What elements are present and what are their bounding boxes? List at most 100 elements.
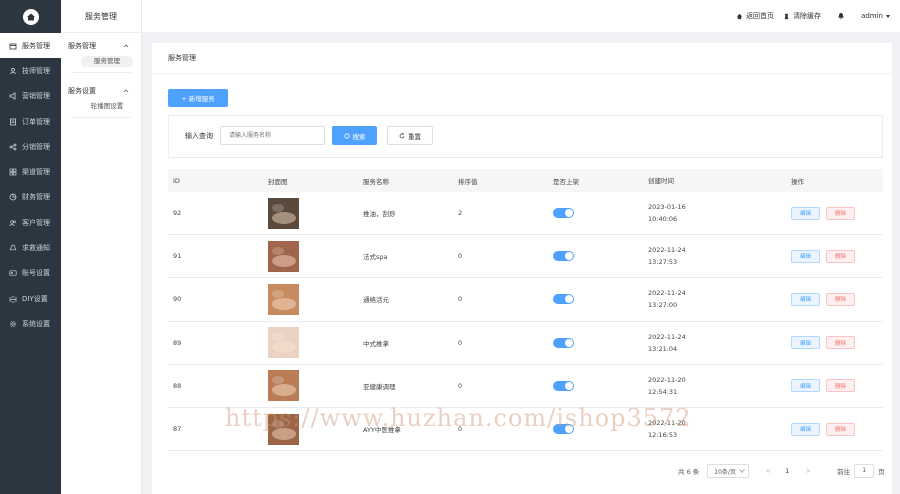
submenu-item-banner-settings[interactable]: 轮播图设置	[81, 101, 133, 112]
chevron-up-icon	[123, 44, 129, 48]
row-on-shelf	[548, 208, 643, 219]
return-home-link[interactable]: 返回首页	[736, 11, 774, 21]
broom-icon	[784, 13, 789, 19]
user-menu[interactable]: admin	[861, 12, 890, 20]
sidebar-item-3[interactable]: 订单管理	[0, 109, 61, 134]
delete-button[interactable]: 删除	[826, 292, 855, 306]
bell-icon	[8, 244, 17, 253]
edit-button[interactable]: 编辑	[791, 249, 820, 263]
row-id: 90	[173, 295, 182, 304]
edit-button[interactable]: 编辑	[791, 206, 820, 220]
on-shelf-toggle[interactable]	[553, 294, 574, 305]
user-group-icon	[8, 218, 17, 227]
grid-icon	[8, 168, 17, 177]
main-sidebar: 服务管理技师管理营销管理 订单管理分销管理渠道管理 财务管理客户管理求救通知 账号设置…	[0, 0, 61, 494]
sidebar-item-6[interactable]: 财务管理	[0, 185, 61, 210]
sidebar-item-8[interactable]: 求救通知	[0, 235, 61, 260]
sidebar-item-9[interactable]: 账号设置	[0, 261, 61, 286]
pie-chart-icon	[8, 193, 17, 202]
row-created-clock: 12:54:31	[648, 387, 678, 396]
submenu-group-service-management[interactable]: 服务管理	[61, 36, 141, 56]
row-on-shelf	[548, 337, 643, 348]
search-button[interactable]: 搜索	[332, 126, 377, 145]
delete-button[interactable]: 删除	[826, 206, 855, 220]
row-created-time: 2022-11-24 13:27:00	[643, 287, 786, 311]
row-sort-value: 2	[458, 209, 463, 218]
page-size-value: 10条/页	[714, 468, 736, 476]
pagination: 共 6 条 10条/页 < 1 > 前往 1 页	[678, 464, 885, 478]
row-id: 88	[173, 381, 182, 390]
row-sort-value: 0	[458, 338, 463, 347]
home-logo-icon[interactable]	[22, 8, 39, 25]
submenu-group-label: 服务设置	[68, 87, 96, 95]
return-home-label: 返回首页	[746, 12, 775, 20]
refresh-icon	[399, 132, 405, 138]
delete-button[interactable]: 删除	[826, 336, 855, 350]
calendar-icon	[8, 41, 17, 50]
goto-page-input[interactable]: 1	[854, 464, 875, 478]
row-id: 92	[173, 209, 182, 218]
edit-button[interactable]: 编辑	[791, 336, 820, 350]
on-shelf-toggle[interactable]	[553, 337, 574, 348]
row-id: 89	[173, 338, 182, 347]
sidebar-item-label: 客户管理	[22, 218, 50, 227]
sidebar-item-4[interactable]: 分销管理	[0, 134, 61, 159]
sidebar-item-label: 系统设置	[22, 319, 50, 328]
on-shelf-toggle[interactable]	[553, 380, 574, 391]
row-id: 87	[173, 425, 182, 434]
delete-button[interactable]: 删除	[826, 379, 855, 393]
column-header-id: ID	[173, 176, 180, 185]
sidebar-item-label: 技师管理	[22, 66, 50, 75]
row-created-date: 2022-11-20	[648, 419, 686, 428]
row-created-clock: 13:21:04	[648, 344, 678, 353]
clear-cache-link[interactable]: 清除缓存	[783, 11, 821, 21]
reset-button[interactable]: 重置	[387, 126, 433, 145]
submenu-group-label: 服务管理	[68, 42, 96, 50]
on-shelf-toggle[interactable]	[553, 251, 574, 262]
bell-icon[interactable]	[837, 12, 845, 20]
row-actions: 编辑 删除	[786, 336, 883, 350]
cover-thumbnail	[268, 197, 299, 229]
delete-button[interactable]: 删除	[826, 422, 855, 436]
column-header-cover: 封面图	[268, 177, 288, 186]
row-service-name: 通络活元	[363, 296, 389, 305]
sidebar-item-1[interactable]: 技师管理	[0, 58, 61, 83]
add-service-button[interactable]: + 新增服务	[168, 89, 228, 107]
prev-page-button[interactable]: <	[765, 467, 771, 475]
diy-icon	[8, 294, 17, 303]
row-created-clock: 13:27:00	[648, 301, 678, 310]
row-actions: 编辑 删除	[786, 206, 883, 220]
row-created-clock: 12:16:53	[648, 431, 678, 440]
logo-area	[0, 0, 61, 33]
service-table: ID 封面图 服务名称 排序值 是否上架 创建时间 操作 92 推油，刮痧 2 202…	[168, 169, 883, 452]
sidebar-item-7[interactable]: 客户管理	[0, 210, 61, 235]
cover-thumbnail	[268, 240, 299, 272]
sidebar-item-5[interactable]: 渠道管理	[0, 159, 61, 184]
row-service-name: 亚健康调理	[363, 382, 396, 391]
reset-button-label: 重置	[408, 132, 421, 141]
sidebar-item-label: 分销管理	[22, 142, 50, 151]
on-shelf-toggle[interactable]	[553, 208, 574, 219]
total-count: 共 6 条	[678, 468, 700, 476]
sidebar-item-10[interactable]: DIY设置	[0, 286, 61, 311]
submenu-group-service-settings[interactable]: 服务设置	[61, 81, 141, 101]
edit-button[interactable]: 编辑	[791, 422, 820, 436]
cover-thumbnail	[268, 327, 299, 359]
cover-thumbnail	[268, 413, 299, 445]
next-page-button[interactable]: >	[805, 467, 811, 475]
page-number-1[interactable]: 1	[785, 467, 789, 475]
search-panel: 输入查询 搜索 重置	[168, 115, 883, 158]
table-row: 92 推油，刮痧 2 2023-01-16 10:40:06 编辑 删除	[168, 192, 883, 236]
sidebar-item-2[interactable]: 营销管理	[0, 84, 61, 109]
sidebar-item-11[interactable]: 系统设置	[0, 311, 61, 336]
delete-button[interactable]: 删除	[826, 249, 855, 263]
service-name-search-input[interactable]	[220, 126, 325, 145]
edit-button[interactable]: 编辑	[791, 292, 820, 306]
page-size-select[interactable]: 10条/页	[707, 464, 750, 478]
on-shelf-toggle[interactable]	[553, 424, 574, 435]
edit-button[interactable]: 编辑	[791, 379, 820, 393]
submenu-item-service-management[interactable]: 服务管理	[81, 56, 133, 67]
sidebar-item-0[interactable]: 服务管理	[0, 33, 61, 59]
row-actions: 编辑 删除	[786, 379, 883, 393]
row-actions: 编辑 删除	[786, 249, 883, 263]
